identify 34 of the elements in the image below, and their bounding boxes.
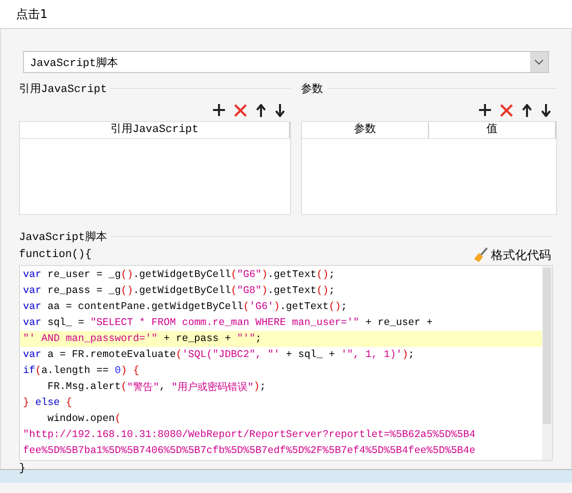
up-arrow-icon[interactable]	[256, 104, 266, 116]
down-arrow-icon[interactable]	[275, 104, 285, 116]
section-title: 引用JavaScript	[19, 82, 108, 96]
code-editor[interactable]	[19, 265, 553, 461]
code-line: fee%5D%5B7ba1%5D%5B7406%5D%5B7cfb%5D%5B7edf%5D%2F%5B7ef4%5D%5B4fee%5D%5B4e	[22, 444, 476, 458]
up-arrow-icon[interactable]	[522, 104, 532, 116]
code-line: "http://192.168.10.31:8080/WebReport/ReportServer?reportlet=%5B62a5%5D%5B4	[22, 428, 476, 442]
column-header[interactable]: 参数	[302, 122, 429, 138]
section-title: 参数	[301, 82, 323, 96]
code-line: var re_pass = _g().getWidgetByCell("G8").getText();	[22, 284, 336, 298]
broom-icon	[474, 247, 488, 263]
delete-icon[interactable]	[500, 104, 513, 116]
script-type-dropdown[interactable]: JavaScript脚本	[23, 51, 549, 73]
down-arrow-icon[interactable]	[541, 104, 551, 116]
add-icon[interactable]	[213, 104, 225, 116]
column-header[interactable]: 引用JavaScript	[20, 122, 290, 138]
scrollbar[interactable]	[542, 266, 552, 460]
code-line: var re_user = _g().getWidgetByCell("G6").getText();	[22, 268, 336, 282]
format-code-button[interactable]: 格式化代码	[472, 246, 553, 264]
delete-icon[interactable]	[234, 104, 247, 116]
code-line: var a = FR.remoteEvaluate('SQL("JDBC2", "' + sql_ + '", 1, 1)');	[22, 348, 416, 362]
column-header[interactable]: 值	[429, 122, 556, 138]
function-header: function(){	[19, 249, 92, 261]
code-line: if(a.length == 0) {	[22, 364, 140, 378]
code-line: var aa = contentPane.getWidgetByCell('G6').getText();	[22, 300, 348, 314]
code-line: FR.Msg.alert("警告", "用户或密码错误");	[46, 380, 267, 395]
add-icon[interactable]	[479, 104, 491, 116]
chevron-down-icon	[534, 59, 544, 65]
code-line: var sql_ = "SELECT * FROM comm.re_man WHERE man_user='" + re_user +	[22, 316, 434, 330]
code-line: } else {	[22, 396, 73, 410]
code-line: window.open(	[46, 412, 122, 426]
window-title: 点击1	[16, 6, 48, 22]
section-title: JavaScript脚本	[19, 230, 108, 244]
function-footer: }	[19, 463, 553, 475]
